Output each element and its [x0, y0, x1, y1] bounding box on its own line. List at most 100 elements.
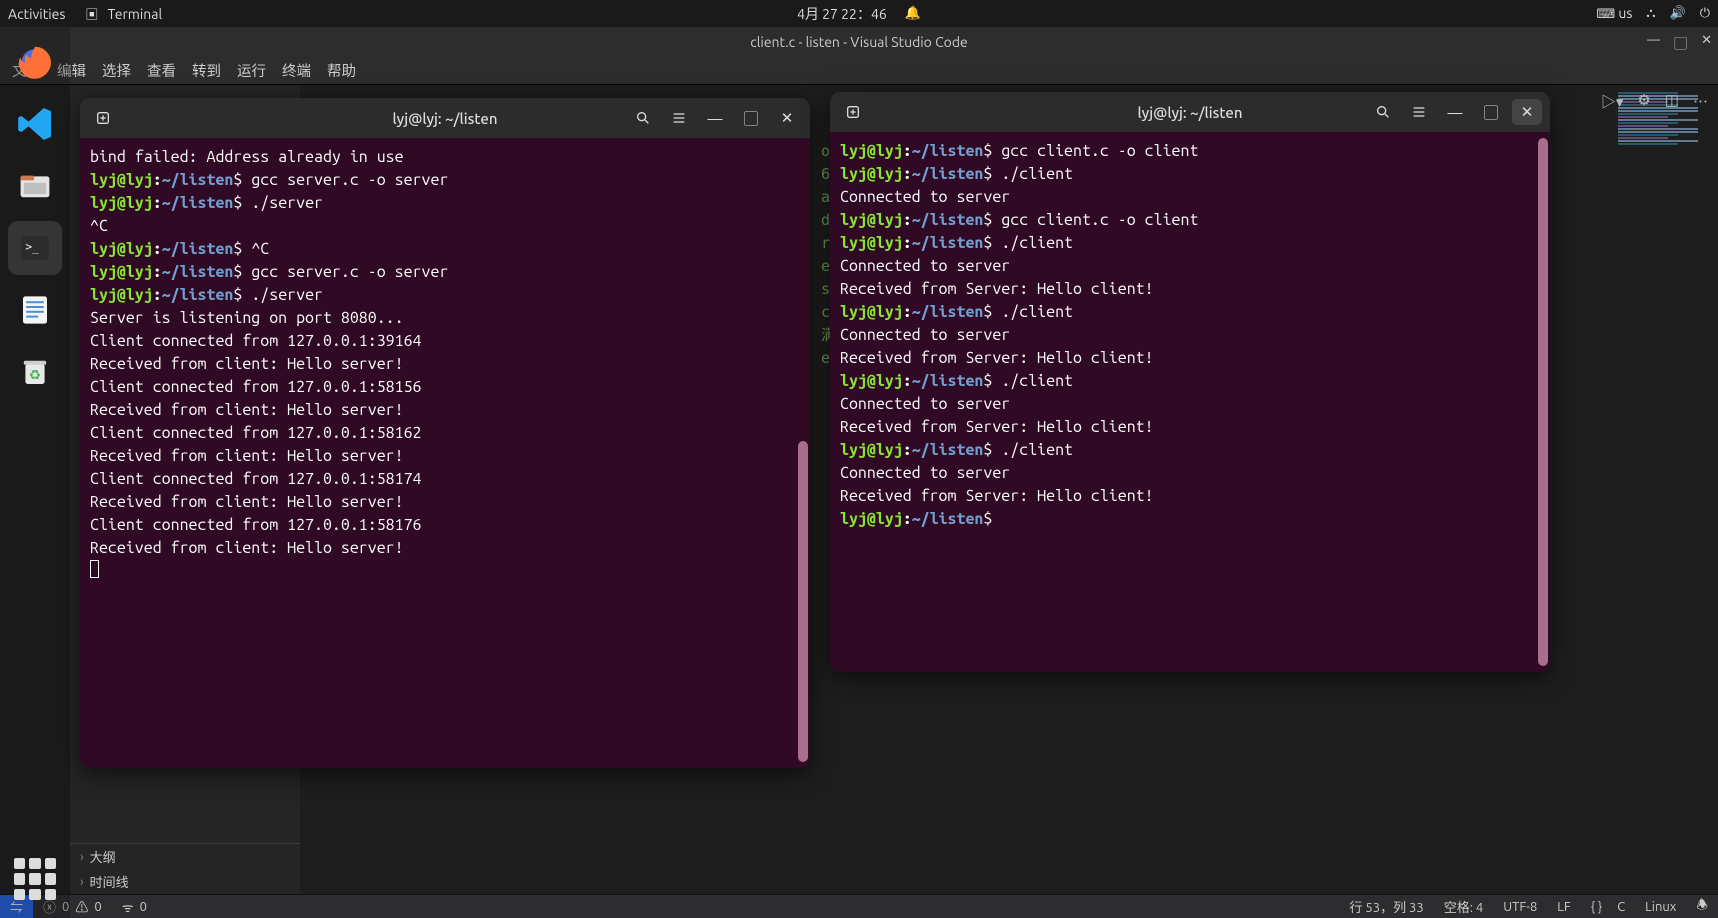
dock-terminal[interactable]: >_	[8, 221, 62, 275]
active-app[interactable]: ▣ Terminal	[85, 4, 162, 23]
ubuntu-dock: >_ ♻	[0, 27, 70, 918]
dock-vscode[interactable]	[8, 97, 62, 151]
terminal-line: lyj@lyj:~/listen$ ./client	[840, 370, 1540, 393]
terminal-line: Client connected from 127.0.0.1:39164	[90, 330, 800, 353]
terminal-line: Server is listening on port 8080...	[90, 307, 800, 330]
terminal-line: lyj@lyj:~/listen$ gcc server.c -o server	[90, 169, 800, 192]
terminal-line: Received from client: Hello server!	[90, 537, 800, 560]
encoding[interactable]: UTF-8	[1493, 896, 1547, 918]
window-maximize-button[interactable]: ▢	[736, 105, 766, 131]
terminal-line: Client connected from 127.0.0.1:58156	[90, 376, 800, 399]
terminal-line: lyj@lyj:~/listen$ gcc client.c -o client	[840, 140, 1540, 163]
input-source[interactable]: ⌨ us	[1596, 5, 1632, 22]
terminal-line: lyj@lyj:~/listen$ ./server	[90, 284, 800, 307]
menu-item[interactable]: 转到	[192, 60, 221, 81]
clock[interactable]: 4月 27 22：46	[797, 4, 887, 24]
terminal-body[interactable]: bind failed: Address already in uselyj@l…	[80, 138, 810, 768]
dock-files[interactable]	[8, 159, 62, 213]
os-indicator[interactable]: Linux	[1635, 896, 1686, 918]
timeline-section[interactable]: 时间线	[70, 869, 300, 894]
hamburger-menu-button[interactable]	[1404, 99, 1434, 125]
eol[interactable]: LF	[1547, 896, 1580, 918]
terminal-line: lyj@lyj:~/listen$ ./client	[840, 301, 1540, 324]
vscode-title-text: client.c - listen - Visual Studio Code	[750, 34, 968, 50]
volume-icon[interactable]: 🔊	[1670, 6, 1686, 21]
notification-icon[interactable]: 🔔	[905, 6, 921, 21]
terminal-line: Connected to server	[840, 186, 1540, 209]
terminal-window-client: lyj@lyj: ~/listen — ▢ ✕ lyj@lyj:~/listen…	[830, 92, 1550, 672]
menu-item[interactable]: 运行	[237, 60, 266, 81]
new-tab-button[interactable]	[88, 105, 118, 131]
search-button[interactable]	[1368, 99, 1398, 125]
outline-label: 大纲	[90, 847, 116, 866]
more-icon[interactable]: ⋯	[1693, 91, 1708, 112]
cursor-position[interactable]: 行 53，列 33	[1339, 896, 1433, 918]
terminal-line: Connected to server	[840, 462, 1540, 485]
terminal-line: Received from client: Hello server!	[90, 353, 800, 376]
terminal-header: lyj@lyj: ~/listen — ▢ ✕	[830, 92, 1550, 132]
notifications-button[interactable]: 🕭	[1686, 896, 1718, 918]
ports-indicator[interactable]: ᯤ0	[112, 898, 157, 916]
power-icon[interactable]: ⏻	[1700, 6, 1710, 21]
window-close-button[interactable]: ✕	[772, 105, 802, 131]
window-minimize-button[interactable]: —	[700, 105, 730, 131]
window-maximize-button[interactable]: ▢	[1674, 33, 1687, 52]
search-button[interactable]	[628, 105, 658, 131]
terminal-scrollbar[interactable]	[798, 144, 808, 762]
terminal-line: Received from client: Hello server!	[90, 399, 800, 422]
terminal-line: lyj@lyj:~/listen$ ^C	[90, 238, 800, 261]
window-close-button[interactable]: ✕	[1512, 99, 1542, 125]
terminal-line: Received from Server: Hello client!	[840, 347, 1540, 370]
menu-item[interactable]: 终端	[282, 60, 311, 81]
terminal-line: lyj@lyj:~/listen$ ./server	[90, 192, 800, 215]
window-maximize-button[interactable]: ▢	[1476, 99, 1506, 125]
window-close-button[interactable]: ✕	[1701, 33, 1712, 52]
terminal-body[interactable]: lyj@lyj:~/listen$ gcc client.c -o client…	[830, 132, 1550, 672]
vscode-statusbar: ⇋ ⓧ0 ⚠0 ᯤ0 行 53，列 33 空格: 4 UTF-8 LF { } …	[0, 894, 1718, 918]
dock-texteditor[interactable]	[8, 283, 62, 337]
terminal-line: lyj@lyj:~/listen$ ./client	[840, 439, 1540, 462]
window-minimize-button[interactable]: —	[1647, 33, 1660, 52]
terminal-line: Received from Server: Hello client!	[840, 278, 1540, 301]
hamburger-menu-button[interactable]	[664, 105, 694, 131]
indentation[interactable]: 空格: 4	[1434, 896, 1494, 918]
terminal-line	[90, 560, 800, 585]
input-lang-label: us	[1618, 5, 1632, 21]
terminal-line: lyj@lyj:~/listen$ ./client	[840, 163, 1540, 186]
menu-item[interactable]: 查看	[147, 60, 176, 81]
terminal-line: lyj@lyj:~/listen$ gcc client.c -o client	[840, 209, 1540, 232]
dock-trash[interactable]: ♻	[8, 345, 62, 399]
terminal-window-server: lyj@lyj: ~/listen — ▢ ✕ bind failed: Add…	[80, 98, 810, 768]
svg-text:>_: >_	[25, 240, 39, 253]
gnome-topbar: Activities ▣ Terminal 4月 27 22：46 🔔 ⌨ us…	[0, 0, 1718, 27]
split-icon[interactable]: ◫	[1665, 91, 1679, 112]
gear-icon[interactable]: ⚙	[1637, 91, 1650, 112]
new-tab-button[interactable]	[838, 99, 868, 125]
active-app-label: Terminal	[108, 6, 163, 22]
menu-item[interactable]: 选择	[102, 60, 131, 81]
terminal-title: lyj@lyj: ~/listen	[393, 110, 498, 127]
keyboard-icon: ⌨	[1596, 7, 1615, 21]
activities-button[interactable]: Activities	[8, 6, 65, 22]
network-icon[interactable]: ⛬	[1646, 6, 1655, 21]
window-minimize-button[interactable]: —	[1440, 99, 1470, 125]
minimap[interactable]	[1614, 91, 1714, 231]
ports-count: 0	[140, 900, 147, 914]
language-label: C	[1617, 900, 1625, 914]
terminal-line: lyj@lyj:~/listen$ ./client	[840, 232, 1540, 255]
terminal-line: lyj@lyj:~/listen$ gcc server.c -o server	[90, 261, 800, 284]
terminal-line: Received from Server: Hello client!	[840, 416, 1540, 439]
run-icon[interactable]: ▷▾	[1601, 91, 1624, 112]
dock-apps-grid[interactable]	[14, 858, 56, 900]
terminal-scrollbar[interactable]	[1538, 138, 1548, 666]
outline-section[interactable]: 大纲	[70, 844, 300, 869]
terminal-header: lyj@lyj: ~/listen — ▢ ✕	[80, 98, 810, 138]
vscode-titlebar: client.c - listen - Visual Studio Code —…	[0, 27, 1718, 57]
menu-item[interactable]: 帮助	[327, 60, 356, 81]
terminal-line: bind failed: Address already in use	[90, 146, 800, 169]
terminal-line: Client connected from 127.0.0.1:58162	[90, 422, 800, 445]
language-mode[interactable]: { } C	[1581, 896, 1635, 918]
dock-firefox[interactable]	[8, 35, 62, 89]
terminal-line: Connected to server	[840, 324, 1540, 347]
bell-icon: 🕭	[1696, 896, 1708, 918]
